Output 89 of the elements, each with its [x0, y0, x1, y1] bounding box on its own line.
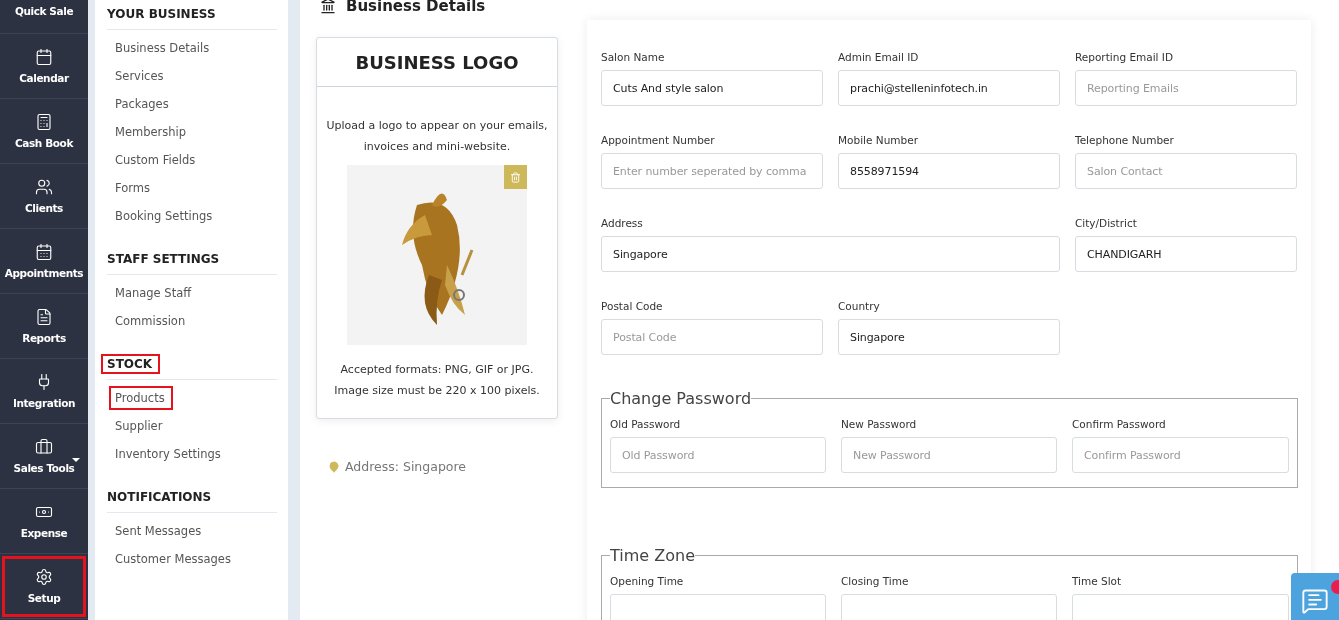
input-field[interactable]: Singapore: [601, 236, 1060, 272]
field-label: Salon Name: [601, 51, 666, 63]
input-field[interactable]: prachi@stelleninfotech.in: [838, 70, 1060, 106]
nav-item[interactable]: Setup: [0, 554, 88, 619]
field-label: Address: [601, 217, 644, 229]
chat-button[interactable]: [1291, 573, 1339, 620]
legend-title: Change Password: [610, 389, 752, 408]
menu-link[interactable]: Business Details: [109, 36, 218, 60]
section-title: STOCK: [101, 354, 161, 374]
menu-link[interactable]: Forms: [109, 176, 158, 200]
nav-label: Integration: [12, 397, 76, 409]
menu-link[interactable]: Inventory Settings: [109, 442, 229, 466]
input-field[interactable]: [1072, 594, 1289, 620]
settings-icon: [35, 568, 53, 586]
nav-item[interactable]: Integration: [0, 359, 88, 424]
bank-icon: [320, 0, 336, 14]
menu-link[interactable]: Booking Settings: [109, 204, 221, 228]
input-field[interactable]: 8558971594: [838, 153, 1060, 189]
nav-item[interactable]: Appointments: [0, 229, 88, 294]
nav-item[interactable]: Calendar: [0, 34, 88, 99]
address-text: Address: Singapore: [345, 459, 467, 474]
input-field[interactable]: Postal Code: [601, 319, 823, 355]
menu-link[interactable]: Manage Staff: [109, 281, 200, 305]
field-label: Telephone Number: [1075, 134, 1175, 146]
field-label: Time Slot: [1072, 575, 1123, 587]
input-field[interactable]: Enter number seperated by comma: [601, 153, 823, 189]
calendar-icon: [35, 48, 53, 66]
menu-link[interactable]: Sent Messages: [109, 519, 210, 543]
format-note: Accepted formats: PNG, GIF or JPG. Image size must be 220 x 100 pixels.: [333, 362, 541, 399]
nav-label: Cash Book: [15, 137, 73, 149]
input-field[interactable]: [841, 594, 1057, 620]
nav-item[interactable]: Quick Sale: [0, 0, 88, 34]
nav-label: Clients: [25, 202, 63, 214]
nav-label: Reports: [22, 332, 66, 344]
field-label: Country: [838, 300, 881, 312]
nav-label: Expense: [20, 527, 68, 539]
input-field[interactable]: Salon Contact: [1075, 153, 1297, 189]
nav-item[interactable]: Cash Book: [0, 99, 88, 164]
nav-label: Sales Tools: [13, 462, 75, 474]
page-title: Business Details: [346, 0, 486, 15]
nav-label: Quick Sale: [14, 5, 74, 17]
calendar-icon: [35, 243, 53, 261]
field-label: Postal Code: [601, 300, 664, 312]
input-field[interactable]: [610, 594, 826, 620]
users-icon: [35, 178, 53, 196]
legend-title: Time Zone: [610, 546, 695, 565]
delete-button[interactable]: [504, 165, 527, 189]
briefcase-icon: [35, 438, 53, 456]
map-pin-icon: [328, 460, 340, 473]
field-label: City/District: [1075, 217, 1138, 229]
input-field[interactable]: New Password: [841, 437, 1057, 473]
menu-link[interactable]: Customer Messages: [109, 547, 239, 571]
nav-item[interactable]: Reports: [0, 294, 88, 359]
input-field[interactable]: Singapore: [838, 319, 1060, 355]
section-title: YOUR BUSINESS: [106, 6, 217, 23]
nav-label: Calendar: [19, 72, 69, 84]
field-label: Admin Email ID: [838, 51, 920, 63]
nav-item[interactable]: Clients: [0, 164, 88, 229]
field-label: Opening Time: [610, 575, 685, 587]
menu-link[interactable]: Services: [109, 64, 172, 88]
menu-link[interactable]: Supplier: [109, 414, 171, 438]
document-icon: [35, 308, 53, 326]
nav-item[interactable]: Expense: [0, 489, 88, 554]
field-label: Closing Time: [841, 575, 910, 587]
menu-link[interactable]: Packages: [109, 92, 177, 116]
input-field[interactable]: Cuts And style salon: [601, 70, 823, 106]
menu-link[interactable]: Membership: [109, 120, 195, 144]
section-title: STAFF SETTINGS: [106, 251, 221, 268]
section-title: NOTIFICATIONS: [106, 489, 213, 506]
field-label: Reporting Email ID: [1075, 51, 1175, 63]
field-label: Confirm Password: [1072, 418, 1167, 430]
field-label: New Password: [841, 418, 918, 430]
upload-hint: Upload a logo to appear on your emails, invoices and mini-website.: [325, 118, 549, 155]
nav-label: Setup: [27, 592, 61, 604]
menu-link[interactable]: Products: [109, 386, 173, 410]
input-field[interactable]: Old Password: [610, 437, 826, 473]
nav-item[interactable]: Sales Tools: [0, 424, 88, 489]
input-field[interactable]: Confirm Password: [1072, 437, 1289, 473]
menu-link[interactable]: Commission: [109, 309, 194, 333]
menu-link[interactable]: Custom Fields: [109, 148, 204, 172]
calculator-icon: [35, 113, 53, 131]
field-label: Mobile Number: [838, 134, 919, 146]
nav-label: Appointments: [4, 267, 84, 279]
card-title: BUSINESS LOGO: [317, 38, 557, 87]
trash-icon: [510, 171, 521, 183]
input-field[interactable]: Reporting Emails: [1075, 70, 1297, 106]
field-label: Appointment Number: [601, 134, 716, 146]
input-field[interactable]: CHANDIGARH: [1075, 236, 1297, 272]
field-label: Old Password: [610, 418, 682, 430]
